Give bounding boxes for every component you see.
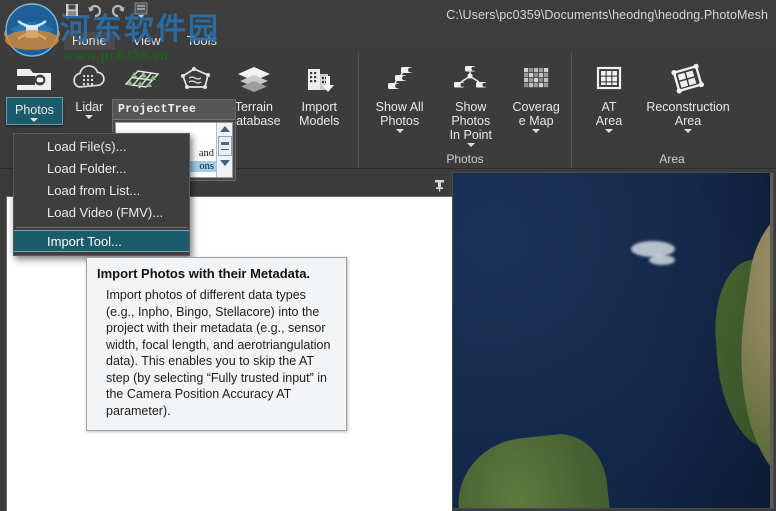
quick-access-toolbar [64, 2, 149, 18]
import-tool-tooltip: Import Photos with their Metadata. Impor… [86, 257, 347, 431]
south-america-landmass [453, 430, 624, 508]
coverage-map-icon [516, 59, 556, 97]
ribbon-button-show-all-photos-label: Show All Photos [376, 100, 424, 128]
building-import-icon [299, 59, 339, 97]
tab-view[interactable]: View [125, 32, 169, 50]
redo-icon[interactable] [110, 2, 126, 18]
water-polygon-icon [174, 59, 216, 97]
at-area-icon [591, 59, 627, 97]
menu-item-load-video-fmv[interactable]: Load Video (FMV)... [14, 202, 189, 224]
ribbon-group-photos: Show All Photos [358, 52, 571, 168]
menu-separator [16, 227, 187, 228]
terrain-tiles-icon [120, 59, 164, 97]
scroll-down-arrow-icon[interactable] [220, 160, 230, 166]
chevron-down-icon[interactable] [396, 129, 404, 133]
scrollbar-thumb[interactable] [218, 136, 232, 156]
tooltip-title: Import Photos with their Metadata. [97, 266, 336, 281]
menu-item-load-files[interactable]: Load File(s)... [14, 136, 189, 158]
ribbon-group-photos-label: Photos [359, 150, 571, 168]
viewport-right-edge [770, 173, 773, 508]
reconstruction-area-icon [668, 59, 708, 97]
save-icon[interactable] [64, 2, 80, 18]
ribbon-button-lidar-label: Lidar [75, 100, 103, 114]
chevron-down-icon[interactable] [467, 143, 475, 147]
ribbon-button-import-models-label: Import Models [299, 100, 339, 128]
show-photos-in-point-icon [449, 59, 493, 97]
ribbon-group-area-label: Area [572, 150, 772, 168]
project-tree-scrollbar[interactable] [216, 123, 232, 177]
cloud [631, 241, 675, 257]
pin-icon[interactable] [433, 179, 446, 192]
application-window: C:\Users\pc0359\Documents\heodng\heodng.… [0, 0, 776, 511]
menu-item-load-from-list[interactable]: Load from List... [14, 180, 189, 202]
chevron-down-icon[interactable] [532, 129, 540, 133]
photos-dropdown-menu[interactable]: Load File(s)... Load Folder... Load from… [13, 133, 190, 256]
ribbon-button-show-photos-in-point-label: Show Photos In Point [434, 100, 507, 142]
scroll-up-arrow-icon[interactable] [220, 126, 230, 132]
photos-folder-icon [14, 59, 54, 97]
show-all-photos-icon [379, 59, 421, 97]
point-cloud-icon [69, 59, 109, 97]
tab-home[interactable]: Home [64, 32, 115, 50]
ribbon-button-lidar[interactable]: Lidar [63, 55, 116, 119]
cloud [649, 255, 675, 265]
ribbon-button-at-area-label: AT Area [596, 100, 622, 128]
chevron-down-icon[interactable] [605, 129, 613, 133]
ribbon-button-coverage-map[interactable]: Coverag e Map [507, 55, 565, 133]
ribbon-button-show-all-photos[interactable]: Show All Photos [365, 55, 434, 133]
layers-icon [234, 59, 274, 97]
ribbon-button-import-models[interactable]: Import Models [287, 55, 352, 128]
undo-icon[interactable] [87, 2, 103, 18]
ribbon-group-area: AT Area [571, 52, 772, 168]
chevron-down-icon[interactable] [85, 115, 93, 119]
globe-canvas [453, 173, 773, 508]
project-tree-title: ProjectTree [113, 100, 235, 120]
tab-tools[interactable]: Tools [179, 32, 225, 50]
customize-quick-access-icon[interactable] [133, 2, 149, 18]
menu-item-load-folder[interactable]: Load Folder... [14, 158, 189, 180]
chevron-down-icon[interactable] [30, 118, 38, 122]
ribbon-button-coverage-map-label: Coverag e Map [513, 100, 560, 128]
ribbon-button-photos-label: Photos [15, 103, 54, 117]
ribbon-button-reconstruction-area[interactable]: Reconstruction Area [640, 55, 736, 133]
ribbon-button-reconstruction-area-label: Reconstruction Area [646, 100, 729, 128]
ribbon-button-show-photos-in-point[interactable]: Show Photos In Point [434, 55, 507, 147]
earth-sphere [453, 173, 773, 508]
ribbon-button-photos[interactable]: Photos [6, 55, 63, 125]
chevron-down-icon[interactable] [684, 129, 692, 133]
menu-item-import-tool[interactable]: Import Tool... [14, 230, 189, 252]
tooltip-body: Import photos of different data types (e… [97, 287, 336, 419]
menu-tab-bar: Home View Tools [0, 30, 776, 52]
ribbon-button-at-area[interactable]: AT Area [578, 55, 640, 133]
globe-3d-viewport[interactable] [452, 172, 774, 509]
